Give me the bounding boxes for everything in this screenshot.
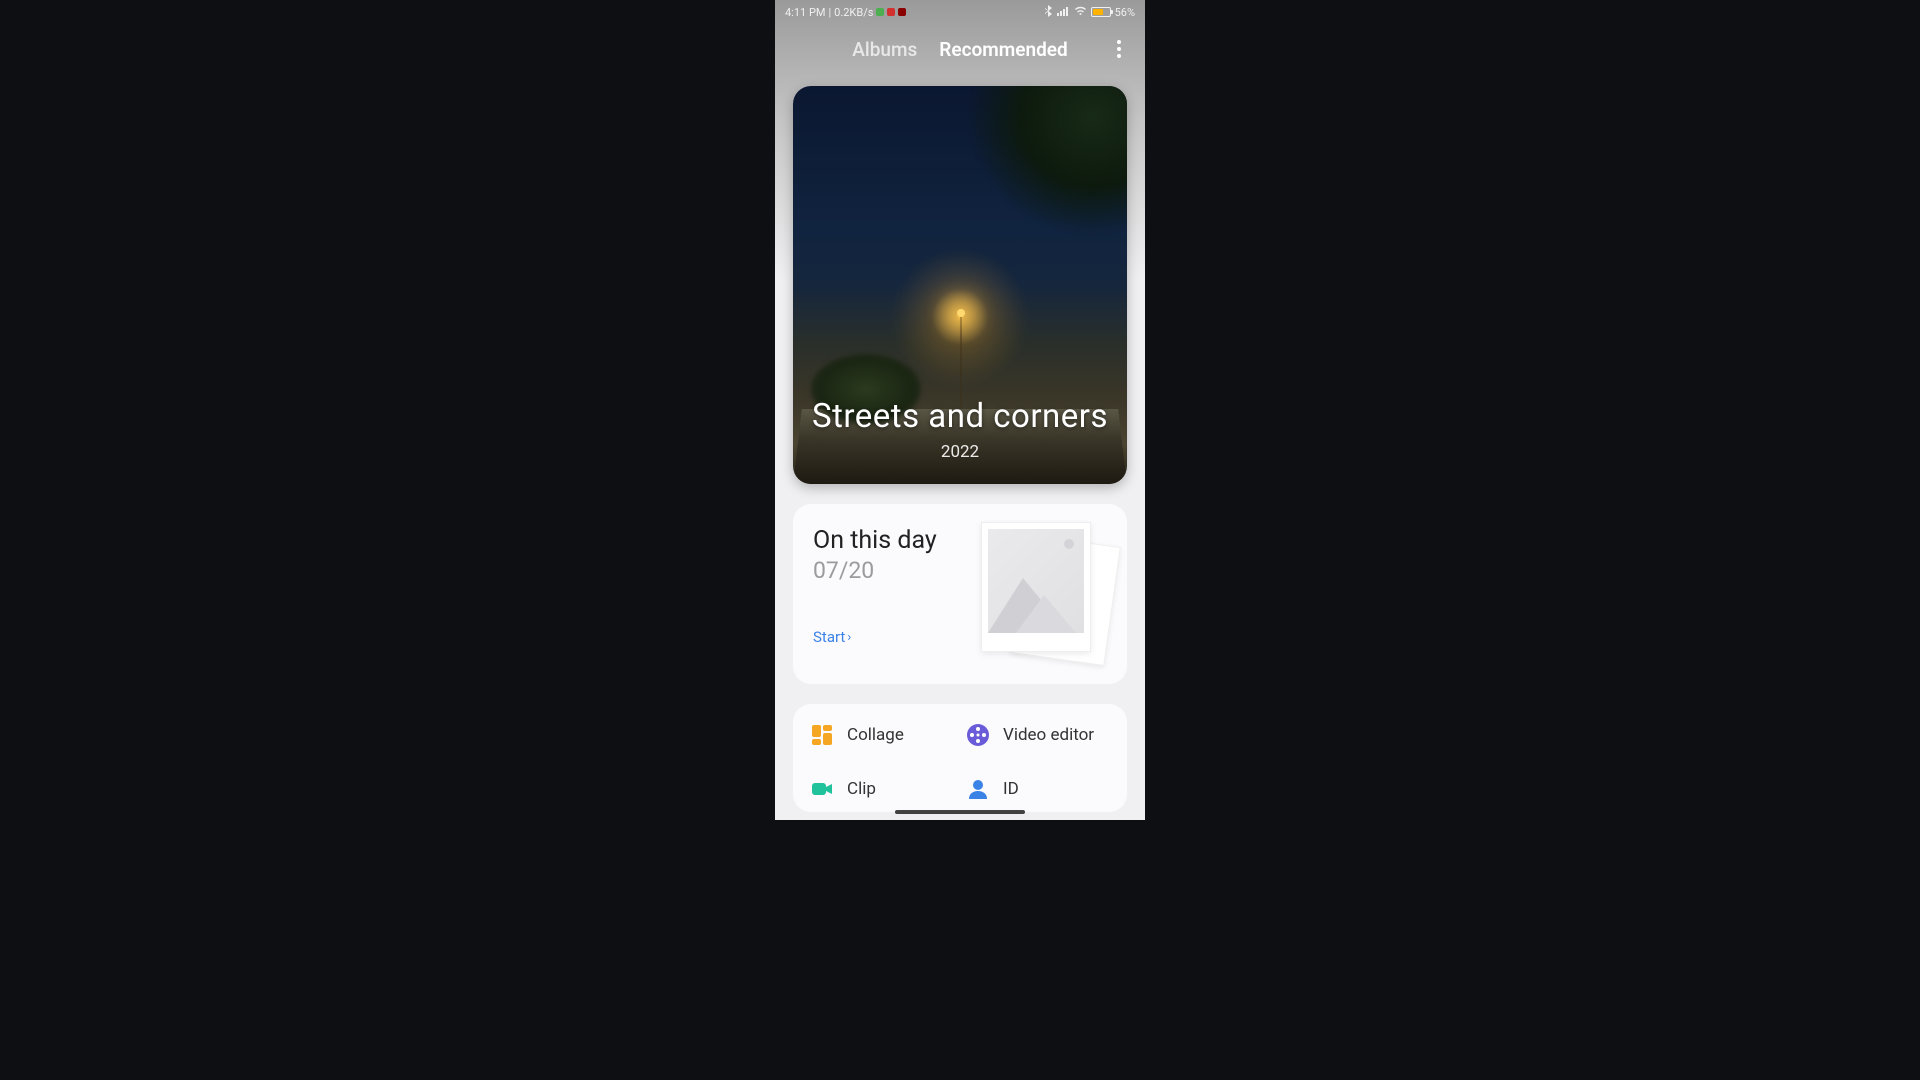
chevron-right-icon: › bbox=[847, 630, 851, 645]
tool-video-editor[interactable]: Video editor bbox=[965, 722, 1111, 748]
memory-year: 2022 bbox=[793, 442, 1127, 462]
memory-title: Streets and corners bbox=[793, 397, 1127, 436]
status-net-speed: 0.2KB/s bbox=[834, 6, 873, 19]
signal-icon bbox=[1057, 6, 1070, 19]
home-indicator[interactable] bbox=[895, 810, 1025, 814]
hero-image-lamp bbox=[957, 309, 965, 317]
hero-image-pole bbox=[960, 317, 962, 407]
video-editor-icon bbox=[965, 722, 991, 748]
tool-label: Clip bbox=[847, 779, 876, 799]
start-label: Start bbox=[813, 628, 845, 646]
more-options-icon[interactable] bbox=[1109, 39, 1129, 59]
battery-percent: 56% bbox=[1115, 6, 1135, 19]
id-photo-icon bbox=[965, 776, 991, 802]
status-time: 4:11 PM bbox=[785, 6, 825, 19]
tool-clip[interactable]: Clip bbox=[809, 776, 955, 802]
tab-recommended[interactable]: Recommended bbox=[939, 38, 1067, 61]
status-bar: 4:11 PM | 0.2KB/s 56% bbox=[775, 0, 1145, 24]
wifi-icon bbox=[1074, 6, 1087, 19]
tool-label: ID bbox=[1003, 779, 1019, 799]
tool-label: Video editor bbox=[1003, 725, 1094, 745]
collage-icon bbox=[809, 722, 835, 748]
tools-card: Collage Video editor bbox=[793, 704, 1127, 812]
on-this-day-card[interactable]: On this day 07/20 Start › bbox=[793, 504, 1127, 684]
tool-id[interactable]: ID bbox=[965, 776, 1111, 802]
bluetooth-icon bbox=[1044, 5, 1053, 20]
status-indicator-icon bbox=[887, 8, 895, 16]
phone-screen: 4:11 PM | 0.2KB/s 56% Albums Recomme bbox=[775, 0, 1145, 820]
photo-stack-placeholder bbox=[967, 522, 1107, 662]
status-separator: | bbox=[828, 6, 831, 19]
top-tabs: Albums Recommended bbox=[775, 24, 1145, 74]
placeholder-photo-front bbox=[981, 522, 1091, 652]
clip-icon bbox=[809, 776, 835, 802]
battery-icon bbox=[1091, 7, 1111, 17]
status-right: 56% bbox=[1044, 5, 1135, 20]
memory-card[interactable]: Streets and corners 2022 bbox=[793, 86, 1127, 484]
status-indicator-icon bbox=[898, 8, 906, 16]
hero-image-tree bbox=[967, 86, 1127, 236]
status-indicator-icon bbox=[876, 8, 884, 16]
tab-albums[interactable]: Albums bbox=[852, 38, 917, 61]
tool-label: Collage bbox=[847, 725, 904, 745]
status-left: 4:11 PM | 0.2KB/s bbox=[785, 6, 906, 19]
tool-collage[interactable]: Collage bbox=[809, 722, 955, 748]
